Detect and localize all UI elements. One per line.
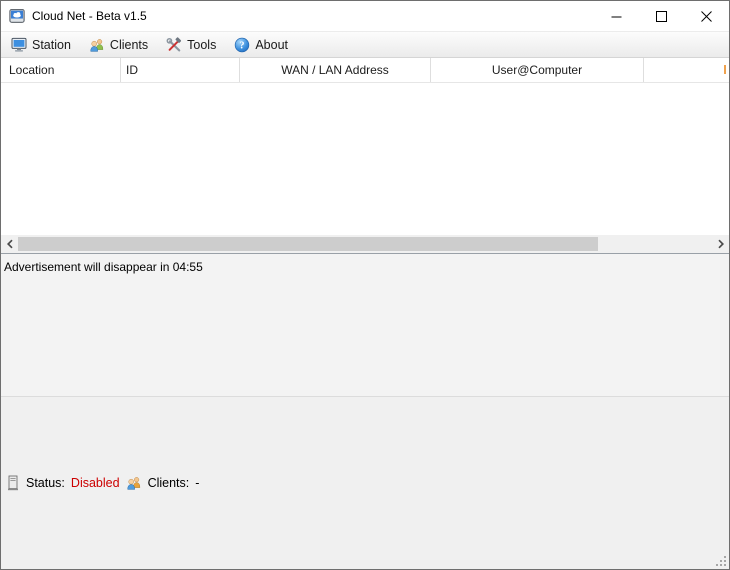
status-value: Disabled <box>71 476 120 490</box>
minimize-icon <box>611 11 622 22</box>
svg-text:?: ? <box>240 40 245 51</box>
about-button-label: About <box>255 38 288 52</box>
tools-hammer-wrench-icon <box>166 37 182 53</box>
station-monitor-icon <box>11 37 27 53</box>
minimize-button[interactable] <box>594 1 639 31</box>
advertisement-panel[interactable]: Advertisement will disappear in 04:55 <box>1 254 729 396</box>
clients-people-icon <box>126 475 142 491</box>
server-tower-icon <box>6 475 20 491</box>
chevron-left-icon <box>6 239 14 249</box>
window-title: Cloud Net - Beta v1.5 <box>32 9 147 23</box>
clients-button-label: Clients <box>110 38 148 52</box>
column-header-location[interactable]: Location <box>1 58 121 82</box>
column-header-id[interactable]: ID <box>121 58 240 82</box>
ad-countdown-text: Advertisement will disappear in 04:55 <box>4 260 203 274</box>
app-window: Cloud Net - Beta v1.5 Station <box>0 0 730 570</box>
clients-button[interactable]: Clients <box>85 35 159 55</box>
maximize-button[interactable] <box>639 1 684 31</box>
list-column-header: Location ID WAN / LAN Address User@Compu… <box>1 58 729 83</box>
column-header-user-computer[interactable]: User@Computer <box>431 58 644 82</box>
column-header-wan-lan-address[interactable]: WAN / LAN Address <box>240 58 431 82</box>
horizontal-scrollbar[interactable] <box>1 235 729 253</box>
scrollbar-thumb[interactable] <box>18 237 598 251</box>
app-cloud-icon[interactable] <box>9 8 25 24</box>
clients-people-icon <box>89 37 105 53</box>
status-bar: Status: Disabled Clients: - <box>1 397 729 570</box>
clipped-column-fragment <box>724 65 726 74</box>
resize-grip-handle[interactable] <box>716 556 727 567</box>
clients-count-label: Clients: <box>148 476 190 490</box>
about-help-icon: ? <box>234 37 250 53</box>
about-button[interactable]: ? About <box>230 35 299 55</box>
tools-button[interactable]: Tools <box>162 35 227 55</box>
maximize-icon <box>656 11 667 22</box>
column-header-clipped[interactable] <box>644 58 729 82</box>
station-button-label: Station <box>32 38 71 52</box>
scroll-left-button[interactable] <box>1 235 18 253</box>
scroll-right-button[interactable] <box>712 235 729 253</box>
clients-count-value: - <box>195 476 199 490</box>
close-button[interactable] <box>684 1 729 31</box>
status-label: Status: <box>26 476 65 490</box>
clients-list-body <box>1 83 729 235</box>
close-icon <box>701 11 712 22</box>
tools-button-label: Tools <box>187 38 216 52</box>
chevron-right-icon <box>717 239 725 249</box>
toolbar: Station Clients Tools <box>1 31 729 58</box>
titlebar: Cloud Net - Beta v1.5 <box>1 1 729 31</box>
window-controls <box>594 1 729 31</box>
station-button[interactable]: Station <box>7 35 82 55</box>
